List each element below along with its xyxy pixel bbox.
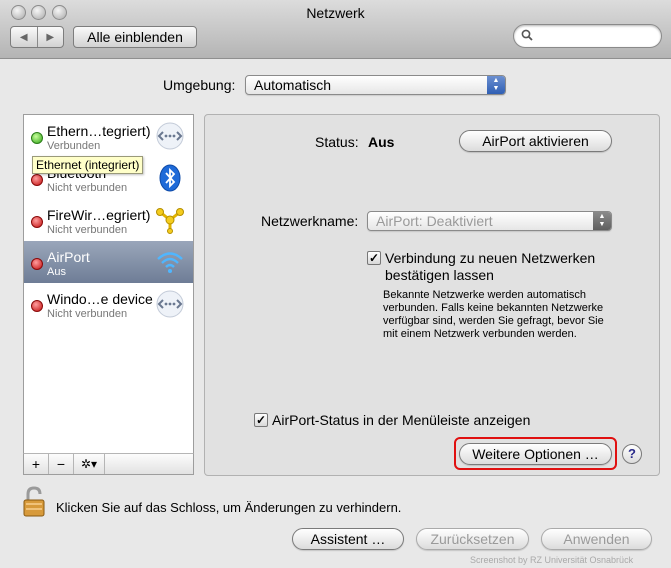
tooltip: Ethernet (integriert) [32, 156, 144, 174]
service-status: Nicht verbunden [47, 308, 128, 320]
forward-arrow-icon: ▶ [46, 31, 55, 43]
network-name-value: AirPort: Deaktiviert [376, 213, 493, 229]
lock-text: Klicken Sie auf das Schloss, um Änderung… [56, 500, 402, 515]
service-item-ethernet[interactable]: Ethern…tegriert) Verbunden [24, 115, 193, 157]
menubar-status-checkbox[interactable]: ✓ [254, 413, 268, 427]
status-value: Aus [368, 134, 395, 150]
apply-button[interactable]: Anwenden [541, 528, 652, 550]
gear-menu-button[interactable]: ✲▾ [74, 454, 105, 474]
screenshot-credit: Screenshot by RZ Universität Osnabrück [470, 555, 634, 565]
checkmark-icon: ✓ [368, 251, 380, 265]
search-icon [521, 29, 533, 41]
service-status: Aus [47, 266, 66, 278]
popup-arrows-icon: ▲ ▼ [487, 76, 505, 94]
back-arrow-icon: ◀ [19, 31, 28, 43]
service-item-firewire[interactable]: FireWir…egriert) Nicht verbunden [24, 199, 193, 241]
confirm-networks-description: Bekannte Netzwerke werden automatisch ve… [383, 289, 604, 340]
service-status: Verbunden [47, 140, 101, 152]
help-button[interactable]: ? [622, 444, 642, 464]
add-service-button[interactable]: + [24, 454, 49, 474]
confirm-networks-label-line2: bestätigen lassen [385, 267, 494, 283]
forward-button[interactable]: ▶ [36, 27, 64, 47]
popup-arrows-icon: ▲ ▼ [593, 212, 611, 230]
window-title: Netzwerk [306, 5, 365, 21]
network-name-popup[interactable]: AirPort: Deaktiviert ▲ ▼ [367, 211, 612, 231]
back-button[interactable]: ◀ [11, 27, 37, 47]
remove-service-button[interactable]: − [49, 454, 74, 474]
status-indicator-icon [31, 258, 43, 270]
service-name: Windo…e device [47, 291, 153, 307]
airport-activate-button[interactable]: AirPort aktivieren [459, 130, 612, 152]
title-bar: Netzwerk ◀ ▶ Alle einblenden [0, 0, 671, 59]
firewire-icon [156, 208, 184, 234]
status-indicator-icon [31, 216, 43, 228]
back-forward-buttons: ◀ ▶ [10, 26, 64, 48]
lock-icon[interactable] [22, 486, 46, 518]
service-item-airport[interactable]: AirPort Aus [24, 241, 193, 283]
status-label: Status: [315, 134, 359, 150]
checkmark-icon: ✓ [255, 413, 267, 427]
service-status: Nicht verbunden [47, 182, 128, 194]
network-name-label: Netzwerkname: [261, 213, 359, 229]
wifi-icon [157, 252, 183, 273]
reset-button[interactable]: Zurücksetzen [416, 528, 529, 550]
menubar-status-label: AirPort-Status in der Menüleiste anzeige… [272, 412, 531, 428]
assistant-button[interactable]: Assistent … [292, 528, 404, 550]
confirm-networks-label-line1: Verbindung zu neuen Netzwerken [385, 250, 596, 266]
ethernet-icon [156, 290, 184, 318]
service-status: Nicht verbunden [47, 224, 128, 236]
service-name: FireWir…egriert) [47, 207, 151, 223]
bluetooth-icon [159, 164, 181, 192]
ethernet-icon [156, 122, 184, 150]
status-indicator-icon [31, 174, 43, 186]
more-options-button[interactable]: Weitere Optionen … [459, 443, 612, 465]
search-field[interactable] [513, 24, 662, 48]
status-indicator-icon [31, 132, 43, 144]
show-all-button[interactable]: Alle einblenden [73, 26, 197, 48]
confirm-networks-checkbox[interactable]: ✓ [367, 251, 381, 265]
status-indicator-icon [31, 300, 43, 312]
environment-popup[interactable]: Automatisch ▲ ▼ [245, 75, 506, 95]
environment-value: Automatisch [254, 77, 332, 93]
service-list-toolbar: + − ✲▾ [23, 453, 194, 475]
service-name: Ethern…tegriert) [47, 123, 151, 139]
service-item-windows-device[interactable]: Windo…e device Nicht verbunden [24, 283, 193, 325]
environment-label: Umgebung: [163, 77, 236, 93]
service-name: AirPort [47, 249, 90, 265]
